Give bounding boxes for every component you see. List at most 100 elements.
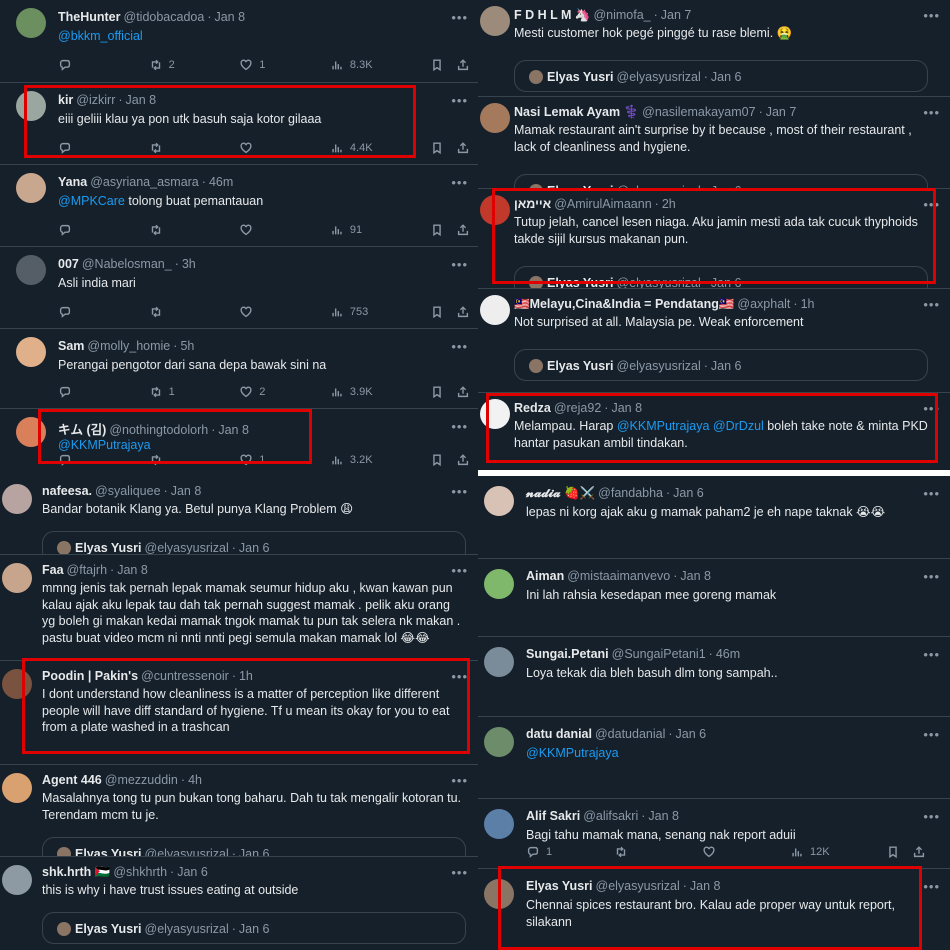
mention-link[interactable]: @KKMPutrajaya xyxy=(58,438,151,452)
user-handle[interactable]: @ftajrh xyxy=(67,563,107,577)
more-options-icon[interactable]: ••• xyxy=(451,93,468,108)
user-handle[interactable]: @shkhrth xyxy=(113,865,167,879)
display-name[interactable]: Nasi Lemak Ayam ⚕️ xyxy=(514,105,639,119)
user-handle[interactable]: @nothingtodolorh xyxy=(109,423,208,437)
mention-link[interactable]: @MPKCare xyxy=(58,194,125,208)
bookmark-button[interactable] xyxy=(430,141,450,155)
timestamp[interactable]: Jan 8 xyxy=(611,401,642,415)
display-name[interactable]: 𝓷𝓪𝓭𝓲𝓪 🍓⚔️ xyxy=(526,486,595,500)
avatar[interactable] xyxy=(16,91,46,121)
timestamp[interactable]: Jan 8 xyxy=(690,879,721,893)
avatar[interactable] xyxy=(2,563,32,593)
reply-tweet[interactable]: Faa @ftajrh · Jan 8 ••• mmng jenis tak pernah… xyxy=(0,554,478,660)
timestamp[interactable]: Jan 6 xyxy=(177,865,208,879)
quoted-tweet[interactable]: Elyas Yusri@elyasyusrizal·Jan 6 xyxy=(42,912,466,944)
user-handle[interactable]: @SungaiPetani1 xyxy=(612,647,706,661)
avatar[interactable] xyxy=(2,484,32,514)
timestamp[interactable]: Jan 6 xyxy=(673,486,704,500)
like-button[interactable]: 2 xyxy=(239,385,265,399)
display-name[interactable]: Yana xyxy=(58,175,87,189)
retweet-button[interactable] xyxy=(614,845,634,859)
reply-tweet[interactable]: Aiman @mistaaimanvevo · Jan 8 ••• Ini lah rah… xyxy=(478,558,950,636)
avatar[interactable] xyxy=(480,6,510,36)
display-name[interactable]: F D H L M 🦄 xyxy=(514,8,590,22)
user-handle[interactable]: @fandabha xyxy=(598,486,663,500)
user-handle[interactable]: @syaliquee xyxy=(95,484,161,498)
avatar[interactable] xyxy=(484,727,514,757)
timestamp[interactable]: Jan 8 xyxy=(648,809,679,823)
avatar[interactable] xyxy=(2,773,32,803)
timestamp[interactable]: 46m xyxy=(716,647,740,661)
mention-link[interactable]: @KKMPutrajaya xyxy=(617,419,710,433)
user-handle[interactable]: @tidobacadoa xyxy=(124,10,205,24)
display-name[interactable]: 007 xyxy=(58,257,79,271)
quoted-tweet[interactable]: Elyas Yusri@elyasyusrizal·Jan 6 xyxy=(514,349,928,381)
display-name[interactable]: Agent 446 xyxy=(42,773,102,787)
quoted-tweet[interactable]: Elyas Yusri@elyasyusrizal·Jan 6 xyxy=(514,174,928,188)
more-options-icon[interactable]: ••• xyxy=(451,257,468,272)
timestamp[interactable]: 4h xyxy=(188,773,202,787)
bookmark-button[interactable] xyxy=(430,223,450,237)
avatar[interactable] xyxy=(484,647,514,677)
more-options-icon[interactable]: ••• xyxy=(451,865,468,880)
timestamp[interactable]: Jan 6 xyxy=(676,727,707,741)
quoted-tweet[interactable]: Elyas Yusri@elyasyusrizal·Jan 6 xyxy=(514,60,928,92)
reply-button[interactable] xyxy=(58,58,78,72)
bookmark-button[interactable] xyxy=(430,305,450,319)
reply-tweet[interactable]: nafeesa. @syaliquee · Jan 8 ••• Bandar botani… xyxy=(0,476,478,554)
reply-tweet[interactable]: shk.hrth 🇵🇸 @shkhrth · Jan 6 ••• this is why … xyxy=(0,856,478,950)
views-button[interactable]: 4.4K xyxy=(330,141,373,155)
retweet-button[interactable]: 1 xyxy=(149,385,175,399)
mention-link[interactable]: @bkkm_official xyxy=(58,29,143,43)
share-button[interactable] xyxy=(456,223,476,237)
quoted-tweet[interactable]: Elyas Yusri@elyasyusrizal·Jan 6 xyxy=(514,266,928,288)
share-button[interactable] xyxy=(456,58,476,72)
like-button[interactable] xyxy=(239,223,259,237)
share-button[interactable] xyxy=(456,141,476,155)
avatar[interactable] xyxy=(484,809,514,839)
views-button[interactable]: 12K xyxy=(790,845,830,859)
user-handle[interactable]: @molly_homie xyxy=(87,339,170,353)
share-button[interactable] xyxy=(912,845,932,859)
reply-tweet[interactable]: kir @izkirr · Jan 8 ••• eiii geliii klau ya p… xyxy=(0,82,478,164)
user-handle[interactable]: @nimofa_ xyxy=(593,8,650,22)
share-button[interactable] xyxy=(456,305,476,319)
reply-tweet[interactable]: Sam @molly_homie · 5h ••• Perangai pengotor d… xyxy=(0,328,478,408)
reply-tweet[interactable]: Poodin | Pakin's @cuntressenoir · 1h ••• I do… xyxy=(0,660,478,764)
avatar[interactable] xyxy=(16,255,46,285)
bookmark-button[interactable] xyxy=(886,845,906,859)
timestamp[interactable]: 1h xyxy=(239,669,253,683)
avatar[interactable] xyxy=(484,486,514,516)
reply-button[interactable] xyxy=(58,223,78,237)
display-name[interactable]: איימאן xyxy=(514,197,551,211)
display-name[interactable]: Faa xyxy=(42,563,64,577)
user-handle[interactable]: @AmirulAimaann xyxy=(554,197,651,211)
timestamp[interactable]: Jan 8 xyxy=(214,10,245,24)
avatar[interactable] xyxy=(484,569,514,599)
display-name[interactable]: kir xyxy=(58,93,73,107)
more-options-icon[interactable]: ••• xyxy=(451,419,468,434)
like-button[interactable] xyxy=(702,845,722,859)
user-handle[interactable]: @alifsakri xyxy=(583,809,638,823)
views-button[interactable]: 8.3K xyxy=(330,58,373,72)
more-options-icon[interactable]: ••• xyxy=(923,879,940,894)
more-options-icon[interactable]: ••• xyxy=(923,401,940,416)
avatar[interactable] xyxy=(16,337,46,367)
quoted-tweet[interactable]: Elyas Yusri@elyasyusrizal·Jan 6 xyxy=(42,837,466,856)
user-handle[interactable]: @elyasyusrizal xyxy=(596,879,680,893)
display-name[interactable]: Poodin | Pakin's xyxy=(42,669,138,683)
display-name[interactable]: datu danial xyxy=(526,727,592,741)
avatar[interactable] xyxy=(480,103,510,133)
more-options-icon[interactable]: ••• xyxy=(451,175,468,190)
views-button[interactable]: 3.2K xyxy=(330,453,373,467)
reply-tweet[interactable]: Agent 446 @mezzuddin · 4h ••• Masalahnya tong… xyxy=(0,764,478,856)
display-name[interactable]: キム (김) xyxy=(58,423,106,437)
avatar[interactable] xyxy=(484,879,514,909)
user-handle[interactable]: @nasilemakayam07 xyxy=(642,105,755,119)
reply-button[interactable]: 1 xyxy=(526,845,552,859)
timestamp[interactable]: Jan 8 xyxy=(218,423,249,437)
bookmark-button[interactable] xyxy=(430,385,450,399)
reply-tweet[interactable]: TheHunter @tidobacadoa · Jan 8 ••• @bkkm_offi… xyxy=(0,0,478,82)
display-name[interactable]: nafeesa. xyxy=(42,484,92,498)
user-handle[interactable]: @cuntressenoir xyxy=(141,669,229,683)
